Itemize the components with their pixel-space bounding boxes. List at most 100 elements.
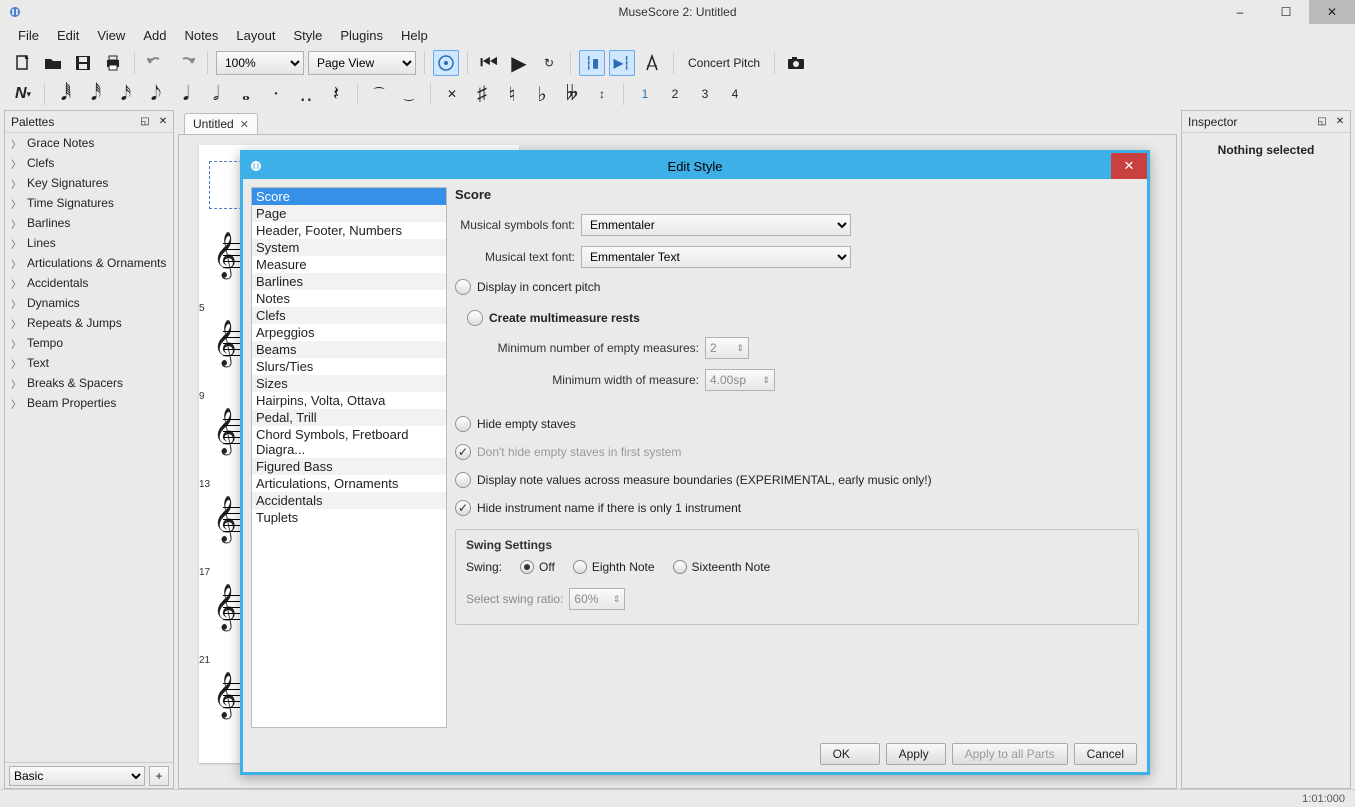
duration-32nd[interactable]: 𝅘𝅥𝅰 xyxy=(83,81,109,107)
style-category-item[interactable]: Barlines xyxy=(252,273,446,290)
augmentation-dot[interactable]: · xyxy=(263,81,289,107)
palette-item[interactable]: 〉Tempo xyxy=(5,333,173,353)
palettes-close[interactable]: ✕ xyxy=(155,113,171,129)
view-mode-select[interactable]: Page View xyxy=(308,51,416,75)
palette-item[interactable]: 〉Articulations & Ornaments xyxy=(5,253,173,273)
style-category-item[interactable]: Hairpins, Volta, Ottava xyxy=(252,392,446,409)
style-category-item[interactable]: Page xyxy=(252,205,446,222)
duration-16th[interactable]: 𝅘𝅥𝅯 xyxy=(113,81,139,107)
palette-item[interactable]: 〉Text xyxy=(5,353,173,373)
menu-style[interactable]: Style xyxy=(285,26,330,45)
inspector-undock[interactable]: ◱ xyxy=(1314,113,1330,129)
style-category-item[interactable]: Pedal, Trill xyxy=(252,409,446,426)
cancel-button[interactable]: Cancel xyxy=(1074,743,1137,765)
dialog-close-button[interactable]: ✕ xyxy=(1111,153,1147,179)
swing-sixteenth-radio[interactable]: Sixteenth Note xyxy=(673,560,771,574)
palette-item[interactable]: 〉Key Signatures xyxy=(5,173,173,193)
loop-in-button[interactable]: ┆▮ xyxy=(579,50,605,76)
tie-button[interactable]: ⁀ xyxy=(366,81,392,107)
duration-64th[interactable]: 𝅘𝅥𝅱 xyxy=(53,81,79,107)
note-input-button[interactable]: N▾ xyxy=(10,81,36,107)
palette-item[interactable]: 〉Breaks & Spacers xyxy=(5,373,173,393)
sharp-button[interactable]: ♯ xyxy=(469,81,495,107)
style-category-item[interactable]: Measure xyxy=(252,256,446,273)
palette-item[interactable]: 〉Dynamics xyxy=(5,293,173,313)
open-button[interactable] xyxy=(40,50,66,76)
style-category-item[interactable]: Header, Footer, Numbers xyxy=(252,222,446,239)
voice-3[interactable]: 3 xyxy=(692,81,718,107)
flat-button[interactable]: ♭ xyxy=(529,81,555,107)
slur-button[interactable]: ‿ xyxy=(396,81,422,107)
palette-item[interactable]: 〉Barlines xyxy=(5,213,173,233)
print-button[interactable] xyxy=(100,50,126,76)
min-width-spinner[interactable]: 4.00sp⇕ xyxy=(705,369,775,391)
count-in-button[interactable] xyxy=(639,50,665,76)
metronome-button[interactable] xyxy=(433,50,459,76)
inspector-close[interactable]: ✕ xyxy=(1332,113,1348,129)
tab-close-icon[interactable]: ✕ xyxy=(240,118,249,131)
palette-item[interactable]: 〉Repeats & Jumps xyxy=(5,313,173,333)
swing-off-radio[interactable]: Off xyxy=(520,560,555,574)
style-category-item[interactable]: Beams xyxy=(252,341,446,358)
palette-item[interactable]: 〉Time Signatures xyxy=(5,193,173,213)
menu-notes[interactable]: Notes xyxy=(176,26,226,45)
style-category-item[interactable]: Accidentals xyxy=(252,492,446,509)
duration-half[interactable]: 𝅗𝅥 xyxy=(203,81,229,107)
flip-button[interactable]: ↕ xyxy=(589,81,615,107)
dialog-title-bar[interactable]: Edit Style ✕ xyxy=(243,153,1147,179)
tab-untitled[interactable]: Untitled ✕ xyxy=(184,113,258,134)
palette-item[interactable]: 〉Clefs xyxy=(5,153,173,173)
maximize-button[interactable]: ☐ xyxy=(1263,0,1309,24)
voice-4[interactable]: 4 xyxy=(722,81,748,107)
style-category-item[interactable]: Articulations, Ornaments xyxy=(252,475,446,492)
menu-edit[interactable]: Edit xyxy=(49,26,87,45)
duration-8th[interactable]: 𝅘𝅥𝅮 xyxy=(143,81,169,107)
style-category-item[interactable]: System xyxy=(252,239,446,256)
style-category-item[interactable]: Chord Symbols, Fretboard Diagra... xyxy=(252,426,446,458)
style-category-item[interactable]: Clefs xyxy=(252,307,446,324)
voice-2[interactable]: 2 xyxy=(662,81,688,107)
style-category-item[interactable]: Sizes xyxy=(252,375,446,392)
minimize-button[interactable]: – xyxy=(1217,0,1263,24)
style-category-item[interactable]: Arpeggios xyxy=(252,324,446,341)
duration-quarter[interactable]: 𝅘𝅥 xyxy=(173,81,199,107)
ok-button[interactable]: OK xyxy=(820,743,880,765)
menu-view[interactable]: View xyxy=(89,26,133,45)
rest-button[interactable]: 𝄽 xyxy=(323,81,349,107)
menu-file[interactable]: File xyxy=(10,26,47,45)
save-button[interactable] xyxy=(70,50,96,76)
palette-preset-select[interactable]: Basic xyxy=(9,766,145,786)
zoom-select[interactable]: 100% xyxy=(216,51,304,75)
palette-item[interactable]: 〉Grace Notes xyxy=(5,133,173,153)
double-dot[interactable]: ‥ xyxy=(293,81,319,107)
double-flat-button[interactable]: 𝄫 xyxy=(559,81,585,107)
screenshot-button[interactable] xyxy=(783,50,809,76)
natural-button[interactable]: ♮ xyxy=(499,81,525,107)
menu-add[interactable]: Add xyxy=(135,26,174,45)
menu-help[interactable]: Help xyxy=(393,26,436,45)
display-note-values-checkbox[interactable]: Display note values across measure bound… xyxy=(455,472,1139,488)
musical-symbols-select[interactable]: Emmentaler xyxy=(581,214,851,236)
min-empty-spinner[interactable]: 2⇕ xyxy=(705,337,749,359)
palette-item[interactable]: 〉Accidentals xyxy=(5,273,173,293)
mmrest-checkbox[interactable]: Create multimeasure rests xyxy=(467,310,1139,326)
voice-1[interactable]: 1 xyxy=(632,81,658,107)
style-category-item[interactable]: Figured Bass xyxy=(252,458,446,475)
style-category-item[interactable]: Notes xyxy=(252,290,446,307)
loop-button[interactable]: ↻ xyxy=(536,50,562,76)
palette-item[interactable]: 〉Beam Properties xyxy=(5,393,173,413)
concert-pitch-button[interactable]: Concert Pitch xyxy=(682,50,766,76)
style-category-item[interactable]: Tuplets xyxy=(252,509,446,526)
palettes-undock[interactable]: ◱ xyxy=(137,113,153,129)
palette-item[interactable]: 〉Lines xyxy=(5,233,173,253)
style-category-item[interactable]: Score xyxy=(252,188,446,205)
apply-button[interactable]: Apply xyxy=(886,743,946,765)
musical-text-select[interactable]: Emmentaler Text xyxy=(581,246,851,268)
swing-eighth-radio[interactable]: Eighth Note xyxy=(573,560,655,574)
redo-button[interactable] xyxy=(173,50,199,76)
style-category-list[interactable]: ScorePageHeader, Footer, NumbersSystemMe… xyxy=(251,187,447,728)
new-score-button[interactable] xyxy=(10,50,36,76)
palette-add-button[interactable]: + xyxy=(149,766,169,786)
hide-instrument-checkbox[interactable]: Hide instrument name if there is only 1 … xyxy=(455,500,1139,516)
menu-plugins[interactable]: Plugins xyxy=(332,26,391,45)
